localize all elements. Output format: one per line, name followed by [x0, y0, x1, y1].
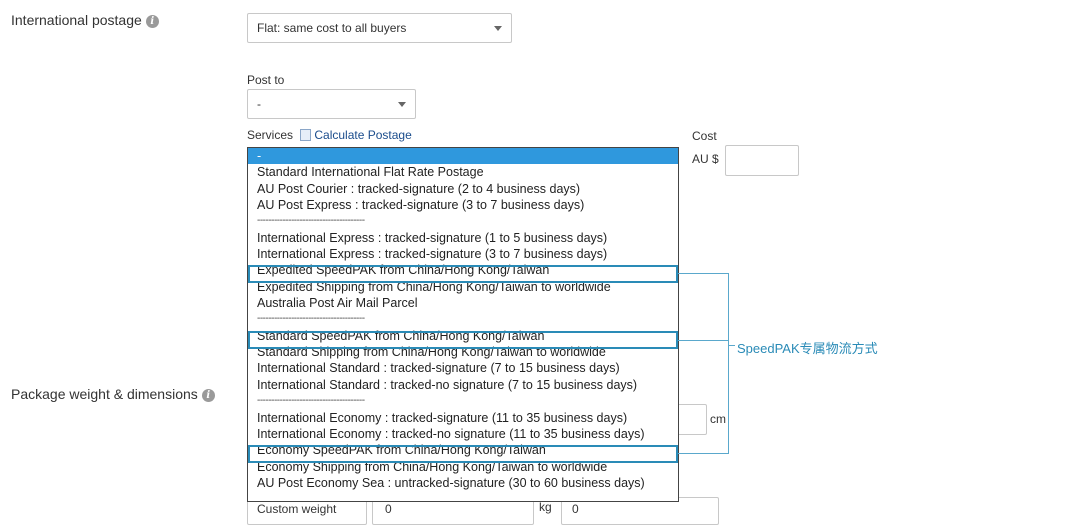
package-row: Package weight & dimensions i: [11, 386, 215, 402]
intl-postage-label: International postage: [11, 12, 142, 28]
intl-postage-select-value: Flat: same cost to all buyers: [257, 21, 407, 35]
service-option[interactable]: International Standard : tracked-signatu…: [248, 360, 678, 376]
speedpak-highlight-economy: [248, 445, 678, 463]
weight-value: 0: [385, 502, 392, 516]
cost-label: Cost: [692, 129, 717, 143]
bracket-line-top: [678, 273, 729, 274]
weight-select-value: Custom weight: [257, 502, 337, 516]
service-option[interactable]: Standard International Flat Rate Postage: [248, 164, 678, 180]
bracket-line-middle: [678, 340, 729, 341]
cost-currency: AU $: [692, 152, 719, 166]
service-option[interactable]: International Standard : tracked-no sign…: [248, 377, 678, 393]
info-icon[interactable]: i: [145, 14, 159, 28]
calculate-postage-link[interactable]: Calculate Postage: [314, 128, 411, 142]
post-to-select[interactable]: -: [247, 89, 416, 119]
chevron-down-icon: [398, 102, 406, 107]
speedpak-annotation: SpeedPAK专属物流方式: [737, 341, 878, 356]
services-label: Services: [247, 128, 294, 142]
dimension-unit: cm: [710, 412, 726, 426]
speedpak-highlight-standard: [248, 331, 678, 349]
intl-postage-select[interactable]: Flat: same cost to all buyers: [247, 13, 512, 43]
services-header: Services Calculate Postage: [247, 128, 412, 142]
speedpak-highlight-expedited: [248, 265, 678, 283]
post-to-label: Post to: [247, 73, 285, 87]
chevron-down-icon: [494, 26, 502, 31]
service-option[interactable]: -: [248, 148, 678, 165]
service-option[interactable]: International Express : tracked-signatur…: [248, 230, 678, 246]
service-option[interactable]: International Express : tracked-signatur…: [248, 246, 678, 262]
weight-value-2: 0: [572, 502, 579, 516]
service-separator: --------------------------------------: [257, 395, 365, 407]
service-option[interactable]: International Economy : tracked-signatur…: [248, 410, 678, 426]
intl-postage-row: International postage i: [11, 12, 159, 28]
calculator-icon: [300, 129, 312, 141]
service-option[interactable]: AU Post Courier : tracked-signature (2 t…: [248, 181, 678, 197]
service-option[interactable]: AU Post Economy Sea : untracked-signatur…: [248, 475, 678, 491]
service-separator: --------------------------------------: [257, 313, 365, 325]
service-option[interactable]: Australia Post Air Mail Parcel: [248, 295, 678, 311]
service-option[interactable]: AU Post Express : tracked-signature (3 t…: [248, 197, 678, 213]
info-icon[interactable]: i: [201, 388, 215, 402]
bracket-line-pointer: [728, 345, 735, 346]
service-option[interactable]: International Economy : tracked-no signa…: [248, 426, 678, 442]
post-to-select-value: -: [257, 97, 261, 111]
weight-unit: kg: [539, 500, 552, 514]
package-label: Package weight & dimensions: [11, 386, 198, 402]
bracket-line-vertical: [728, 273, 729, 454]
service-separator: --------------------------------------: [257, 215, 365, 227]
cost-input[interactable]: [725, 145, 799, 176]
dimension-input[interactable]: [676, 404, 707, 435]
bracket-line-bottom: [678, 453, 729, 454]
